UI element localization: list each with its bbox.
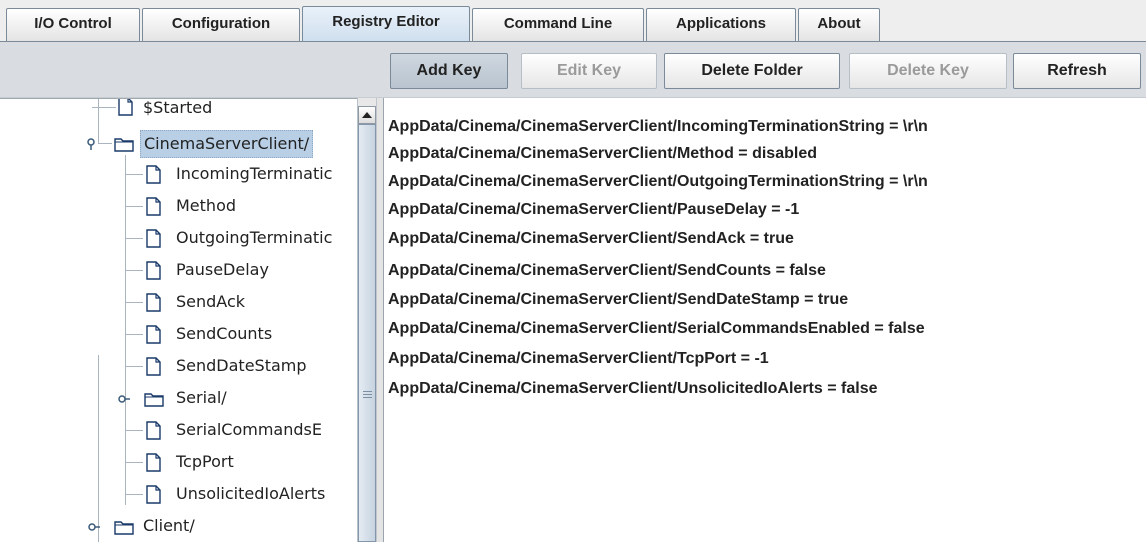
registry-value-line[interactable]: AppData/Cinema/CinemaServerClient/SendCo… [388, 258, 826, 284]
toolbar: Add Key Edit Key Delete Folder Delete Ke… [0, 42, 1146, 98]
tree-node-label: $Started [143, 98, 213, 117]
registry-value-line[interactable]: AppData/Cinema/CinemaServerClient/Serial… [388, 316, 925, 342]
tree-connector [125, 270, 143, 271]
add-key-button[interactable]: Add Key [390, 53, 508, 89]
registry-tree[interactable]: $Started CinemaServerClient/ IncomingTer… [0, 98, 357, 542]
tree-node-label: PauseDelay [176, 260, 269, 279]
file-icon [118, 99, 133, 116]
registry-value-line[interactable]: AppData/Cinema/CinemaServerClient/Method… [388, 141, 817, 167]
tab-configuration[interactable]: Configuration [142, 8, 300, 42]
tree-connector [125, 174, 143, 175]
collapsed-toggle-icon[interactable] [118, 393, 130, 405]
tree-node-tcpport[interactable]: TcpPort [0, 447, 357, 477]
registry-value-line[interactable]: AppData/Cinema/CinemaServerClient/Outgoi… [388, 169, 928, 195]
tree-connector [125, 206, 143, 207]
scroll-grip [363, 394, 372, 395]
tab-io-control[interactable]: I/O Control [6, 8, 140, 42]
split-pane-divider[interactable] [376, 98, 384, 542]
delete-key-button[interactable]: Delete Key [849, 53, 1007, 89]
tree-node-label: SendAck [176, 292, 246, 311]
scroll-thumb[interactable] [358, 124, 376, 542]
registry-value-line[interactable]: AppData/Cinema/CinemaServerClient/Unsoli… [388, 376, 877, 402]
registry-value-line[interactable]: AppData/Cinema/CinemaServerClient/PauseD… [388, 197, 799, 223]
scroll-up-button[interactable] [358, 106, 376, 124]
tree-node-unsolicitedioalerts[interactable]: UnsolicitedIoAlerts [0, 479, 357, 509]
arrow-up-icon [362, 112, 372, 118]
tree-node-label: SendDateStamp [176, 356, 307, 375]
edit-key-button[interactable]: Edit Key [521, 53, 657, 89]
tree-connector [125, 494, 143, 495]
tree-node-label: CinemaServerClient/ [140, 130, 314, 158]
tree-node-cinemaserverclient[interactable]: CinemaServerClient/ [0, 129, 357, 159]
file-icon [146, 485, 161, 504]
tree-connector [125, 430, 143, 431]
tree-node-label: UnsolicitedIoAlerts [176, 484, 326, 503]
registry-value-line[interactable]: AppData/Cinema/CinemaServerClient/TcpPor… [388, 346, 769, 372]
tree-connector [98, 143, 112, 144]
tree-node-label: TcpPort [176, 452, 234, 471]
tree-connector [125, 302, 143, 303]
file-icon [146, 357, 161, 376]
folder-icon [114, 138, 134, 152]
tree-connector [125, 462, 143, 463]
tab-command-line[interactable]: Command Line [472, 8, 644, 42]
tree-node-label: IncomingTerminatic [176, 164, 333, 183]
tab-applications[interactable]: Applications [646, 8, 796, 42]
tree-node-sendack[interactable]: SendAck [0, 287, 357, 317]
delete-folder-button[interactable]: Delete Folder [664, 53, 840, 89]
tree-connector [125, 366, 143, 367]
tab-about[interactable]: About [798, 8, 880, 42]
tree-node-started[interactable]: $Started [0, 98, 357, 123]
tree-node-sendcounts[interactable]: SendCounts [0, 319, 357, 349]
folder-icon [114, 521, 134, 535]
tree-node-senddatestamp[interactable]: SendDateStamp [0, 351, 357, 381]
tree-node-pausedelay[interactable]: PauseDelay [0, 255, 357, 285]
scroll-grip [363, 397, 372, 398]
expanded-toggle-icon[interactable] [86, 138, 98, 150]
file-icon [146, 197, 161, 216]
tree-connector [125, 238, 143, 239]
tree-connector [125, 334, 143, 335]
tree-node-client[interactable]: Client/ [0, 511, 357, 541]
registry-value-line[interactable]: AppData/Cinema/CinemaServerClient/Incomi… [388, 114, 928, 140]
tree-node-method[interactable]: Method [0, 191, 357, 221]
file-icon [146, 165, 161, 184]
refresh-button[interactable]: Refresh [1013, 53, 1141, 89]
file-icon [146, 229, 161, 248]
file-icon [146, 261, 161, 280]
tree-node-label: SendCounts [176, 324, 273, 343]
tab-bar: I/O Control Configuration Registry Edito… [0, 0, 1146, 43]
file-icon [146, 293, 161, 312]
registry-value-line[interactable]: AppData/Cinema/CinemaServerClient/SendAc… [388, 226, 794, 252]
registry-values-panel[interactable]: AppData/Cinema/CinemaServerClient/Incomi… [384, 98, 1146, 542]
tree-node-label: Serial/ [176, 388, 227, 407]
tree-node-outgoingtermination[interactable]: OutgoingTerminatic [0, 223, 357, 253]
tree-node-label: Method [176, 196, 237, 215]
tab-registry-editor[interactable]: Registry Editor [302, 6, 470, 43]
tree-node-incomingtermination[interactable]: IncomingTerminatic [0, 159, 357, 189]
tree-node-label: OutgoingTerminatic [176, 228, 333, 247]
scroll-grip [363, 391, 372, 392]
tree-node-label: Client/ [143, 516, 195, 535]
file-icon [146, 453, 161, 472]
tree-node-serial[interactable]: Serial/ [0, 383, 357, 413]
collapsed-toggle-icon[interactable] [88, 521, 100, 533]
tree-node-label: SerialCommandsE [176, 420, 322, 439]
registry-value-line[interactable]: AppData/Cinema/CinemaServerClient/SendDa… [388, 287, 848, 313]
tree-node-serialcommandsenabled[interactable]: SerialCommandsE [0, 415, 357, 445]
folder-icon [144, 393, 164, 407]
file-icon [146, 325, 161, 344]
file-icon [146, 421, 161, 440]
tree-scrollbar[interactable] [357, 98, 376, 542]
